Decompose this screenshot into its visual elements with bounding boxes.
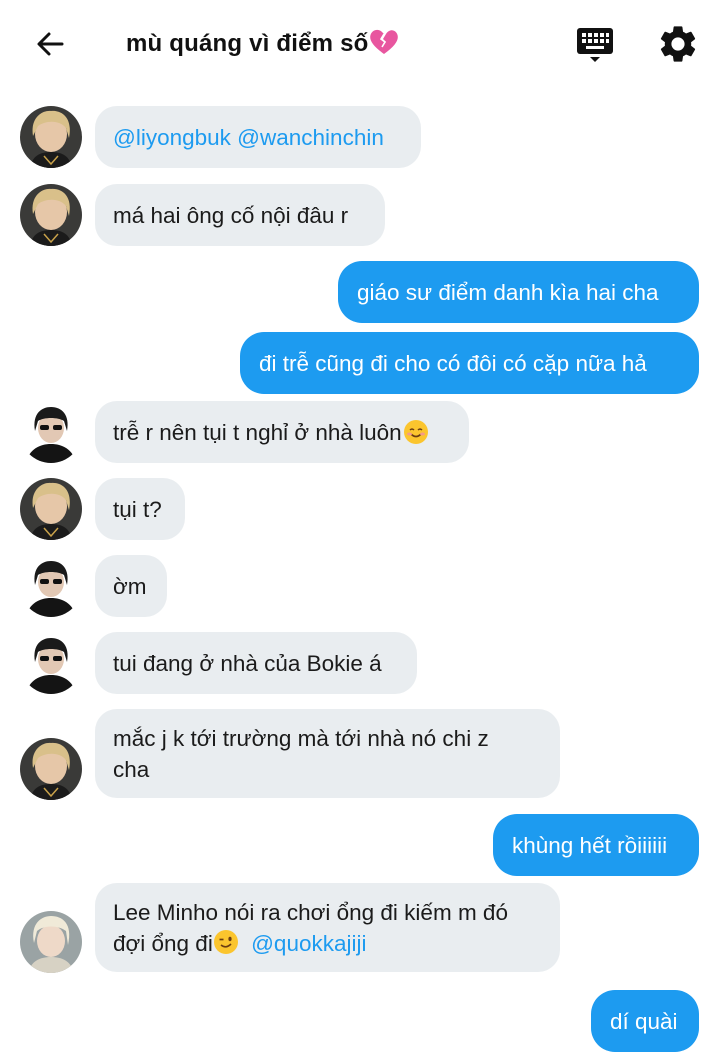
message-text-line: cha <box>113 756 150 782</box>
message-text: má hai ông cố nội đâu r <box>113 202 349 228</box>
avatar[interactable] <box>20 184 82 246</box>
settings-button[interactable] <box>656 22 700 66</box>
chat-title-text: mù quáng vì điểm số <box>126 30 369 57</box>
avatar[interactable] <box>20 738 82 800</box>
avatar[interactable] <box>20 478 82 540</box>
back-arrow-icon <box>37 32 64 56</box>
message-bubble[interactable]: tụi t? <box>95 478 185 540</box>
avatar-blonde-icon <box>20 478 82 540</box>
message-text-line-2: đợi ổng đi @quokkajiji <box>113 929 367 956</box>
message-text: trễ r nên tụi t nghỉ ở nhà luôn <box>113 419 402 445</box>
keyboard-icon <box>577 28 613 62</box>
message-bubble[interactable]: mắc j k tới trường mà tới nhà nó chi z c… <box>95 709 560 798</box>
avatar-dark-hair-icon <box>20 401 82 463</box>
chat-title: mù quáng vì điểm số <box>126 28 399 58</box>
avatar-light-hair-icon <box>20 911 82 973</box>
message-text: giáo sư điểm danh kìa hai cha <box>357 279 659 305</box>
avatar-blonde-icon <box>20 106 82 168</box>
mention-link[interactable]: @wanchinchin <box>237 122 384 153</box>
message-bubble[interactable]: tui đang ở nhà của Bokie á <box>95 632 417 694</box>
broken-heart-icon <box>369 29 398 54</box>
message-bubble[interactable]: má hai ông cố nội đâu r <box>95 184 385 246</box>
avatar[interactable] <box>20 401 82 463</box>
message-text: đi trễ cũng đi cho có đôi có cặp nữa hả <box>259 350 647 376</box>
winking-face-icon <box>213 929 238 954</box>
message-text: khùng hết rồiiiiii <box>512 832 668 858</box>
mention-link[interactable]: @quokkajiji <box>251 931 366 956</box>
message-bubble-outgoing[interactable]: khùng hết rồiiiiii <box>493 814 699 876</box>
message-bubble-outgoing[interactable]: đi trễ cũng đi cho có đôi có cặp nữa hả <box>240 332 699 394</box>
avatar-dark-hair-icon <box>20 555 82 617</box>
message-text-line: mắc j k tới trường mà tới nhà nó chi z <box>113 725 489 751</box>
avatar[interactable] <box>20 555 82 617</box>
back-button[interactable] <box>30 24 70 64</box>
message-bubble[interactable]: trễ r nên tụi t nghỉ ở nhà luôn <box>95 401 469 463</box>
mention-link[interactable]: @liyongbuk <box>113 122 231 153</box>
message-text: tụi t? <box>113 496 162 522</box>
message-text: ờm <box>113 573 147 599</box>
message-text: tui đang ở nhà của Bokie á <box>113 650 382 676</box>
smiling-face-icon <box>403 420 428 444</box>
message-bubble[interactable]: Lee Minho nói ra chơi ổng đi kiếm m đó đ… <box>95 883 560 972</box>
message-bubble-outgoing[interactable]: giáo sư điểm danh kìa hai cha <box>338 261 699 323</box>
gear-icon <box>660 26 696 62</box>
message-bubble[interactable]: ờm <box>95 555 167 617</box>
avatar-blonde-icon <box>20 738 82 800</box>
avatar[interactable] <box>20 106 82 168</box>
avatar[interactable] <box>20 632 82 694</box>
avatar[interactable] <box>20 911 82 973</box>
message-bubble-outgoing[interactable]: dí quài <box>591 990 699 1052</box>
avatar-dark-hair-icon <box>20 632 82 694</box>
message-bubble[interactable]: @liyongbuk @wanchinchin <box>95 106 421 168</box>
keyboard-button[interactable] <box>574 24 616 66</box>
message-text-line: Lee Minho nói ra chơi ổng đi kiếm m đó <box>113 899 508 925</box>
chat-header: mù quáng vì điểm số <box>0 0 720 90</box>
avatar-blonde-icon <box>20 184 82 246</box>
message-text: dí quài <box>610 1008 678 1034</box>
